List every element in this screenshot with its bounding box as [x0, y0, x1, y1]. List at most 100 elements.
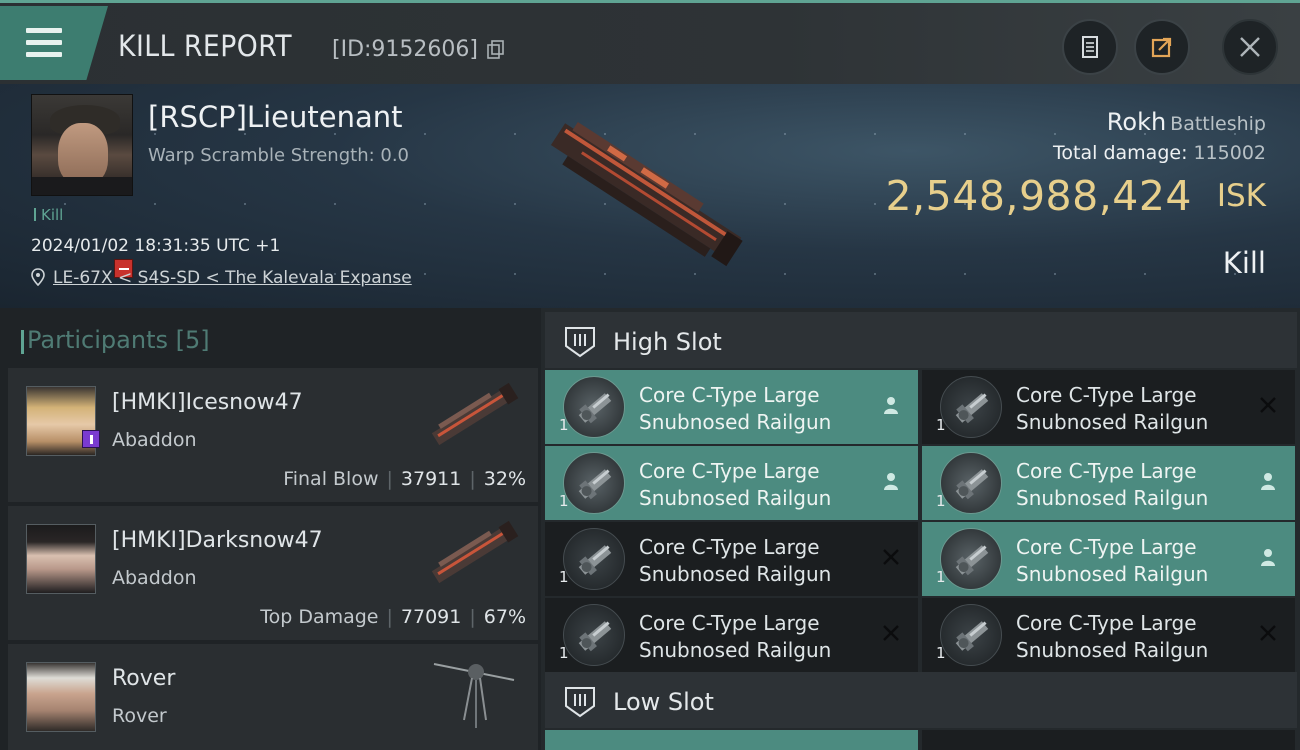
- participant-avatar[interactable]: [26, 524, 96, 594]
- total-damage-value: 115002: [1193, 142, 1266, 164]
- module-name-line2: Snubnosed Railgun: [639, 638, 832, 662]
- participants-count: [5]: [175, 326, 210, 354]
- destroyed-x-icon: [1260, 625, 1276, 641]
- low-slot-icon: [565, 687, 595, 718]
- high-slot-icon: [565, 327, 595, 358]
- participant-row[interactable]: Rover Rover: [8, 644, 538, 750]
- dropped-person-icon: [1261, 473, 1275, 490]
- low-slot-module[interactable]: [922, 730, 1295, 750]
- module-name-line2: Snubnosed Railgun: [639, 410, 832, 434]
- module-quantity: 1: [559, 568, 569, 586]
- module-name-line1: Core C-Type Large: [639, 611, 820, 635]
- fitting-panel: High Slot 1 Core C-Type Large Snubnosed Ra…: [541, 308, 1300, 750]
- participant-name: Rover: [112, 666, 176, 691]
- participant-ship: Rover: [112, 705, 167, 727]
- low-slot-module[interactable]: [545, 730, 918, 750]
- railgun-icon: [563, 604, 625, 666]
- victim-name[interactable]: [RSCP]Lieutenant: [148, 100, 402, 134]
- location-link[interactable]: LE-67X < S4S-SD < The Kalevala Expanse: [53, 268, 412, 288]
- module-quantity: 1: [559, 416, 569, 434]
- module-name: Core C-Type Large Snubnosed Railgun: [1016, 534, 1246, 588]
- participant-percent: 32%: [483, 468, 526, 490]
- module-name-line1: Core C-Type Large: [1016, 459, 1197, 483]
- module-name-line1: Core C-Type Large: [1016, 535, 1197, 559]
- menu-button[interactable]: [0, 6, 108, 80]
- victim-avatar[interactable]: [31, 94, 133, 196]
- module-name: Core C-Type Large Snubnosed Railgun: [639, 534, 869, 588]
- module-name: Core C-Type Large Snubnosed Railgun: [639, 458, 869, 512]
- module-item[interactable]: 1 Core C-Type Large Snubnosed Railgun: [922, 370, 1295, 444]
- module-name-line1: Core C-Type Large: [1016, 383, 1197, 407]
- module-item[interactable]: 1 Core C-Type Large Snubnosed Railgun: [922, 446, 1295, 520]
- participant-role: Final Blow: [283, 468, 379, 490]
- participant-percent: 67%: [483, 606, 526, 628]
- participant-ship: Abaddon: [112, 567, 197, 589]
- participant-damage: 37911: [400, 468, 462, 490]
- ship-class: Battleship: [1170, 113, 1266, 135]
- module-item[interactable]: 1 Core C-Type Large Snubnosed Railgun: [922, 598, 1295, 672]
- module-name: Core C-Type Large Snubnosed Railgun: [1016, 458, 1246, 512]
- menu-icon: [26, 28, 62, 58]
- destroyed-x-icon: [883, 549, 899, 565]
- share-button[interactable]: [1134, 19, 1190, 75]
- module-name-line2: Snubnosed Railgun: [1016, 410, 1209, 434]
- share-icon: [1151, 37, 1172, 58]
- participant-avatar[interactable]: [26, 662, 96, 732]
- ship-name: Rokh: [1106, 108, 1167, 136]
- module-item[interactable]: 1 Core C-Type Large Snubnosed Railgun: [545, 598, 918, 672]
- copy-icon[interactable]: [486, 39, 506, 61]
- total-damage: Total damage: 115002: [1053, 142, 1266, 164]
- close-button[interactable]: [1222, 19, 1278, 75]
- module-name-line2: Snubnosed Railgun: [1016, 638, 1209, 662]
- high-slot-label: High Slot: [613, 328, 722, 356]
- report-id: [ID:9152606]: [332, 37, 478, 62]
- module-name-line1: Core C-Type Large: [639, 535, 820, 559]
- kill-datetime: 2024/01/02 18:31:35 UTC +1: [31, 236, 281, 256]
- participant-ship: Abaddon: [112, 429, 197, 451]
- module-item[interactable]: 1 Core C-Type Large Snubnosed Railgun: [922, 522, 1295, 596]
- victim-ship[interactable]: Rokh Battleship: [1107, 108, 1266, 136]
- dropped-person-icon: [884, 397, 898, 414]
- module-name-line2: Snubnosed Railgun: [639, 562, 832, 586]
- total-damage-label: Total damage:: [1053, 142, 1188, 164]
- module-item[interactable]: 1 Core C-Type Large Snubnosed Railgun: [545, 370, 918, 444]
- railgun-icon: [940, 376, 1002, 438]
- railgun-icon: [563, 376, 625, 438]
- header-bar: KILL REPORT [ID:9152606]: [0, 0, 1300, 84]
- participants-title: Participants: [27, 326, 168, 354]
- module-item[interactable]: 1 Core C-Type Large Snubnosed Railgun: [545, 446, 918, 520]
- railgun-icon: [563, 528, 625, 590]
- module-quantity: 1: [936, 492, 946, 510]
- info-badge: [82, 430, 100, 448]
- module-name-line1: Core C-Type Large: [639, 383, 820, 407]
- victim-panel: [RSCP]Lieutenant Warp Scramble Strength:…: [0, 84, 1300, 308]
- module-name: Core C-Type Large Snubnosed Railgun: [639, 610, 869, 664]
- dropped-person-icon: [1261, 549, 1275, 566]
- railgun-icon: [940, 604, 1002, 666]
- participant-row[interactable]: [HMKI]Darksnow47 Abaddon Top Damage | 7709…: [8, 506, 538, 640]
- participants-panel: Participants [5] [HMKI]Icesnow47 Abaddon…: [0, 308, 541, 750]
- participant-stats: Top Damage | 77091 | 67%: [260, 606, 526, 628]
- module-name: Core C-Type Large Snubnosed Railgun: [639, 382, 869, 436]
- kill-tag: Kill: [34, 206, 63, 224]
- low-slot-header: Low Slot: [545, 672, 1297, 728]
- participant-ship-image: [431, 520, 519, 584]
- warp-scramble-strength: Warp Scramble Strength: 0.0: [148, 145, 410, 166]
- railgun-icon: [940, 528, 1002, 590]
- low-slot-label: Low Slot: [613, 688, 714, 716]
- page-title: KILL REPORT: [118, 29, 293, 63]
- clipboard-button[interactable]: [1062, 19, 1118, 75]
- module-item[interactable]: 1 Core C-Type Large Snubnosed Railgun: [545, 522, 918, 596]
- participant-ship-image: [431, 382, 519, 446]
- module-quantity: 1: [559, 492, 569, 510]
- module-name-line2: Snubnosed Railgun: [1016, 562, 1209, 586]
- isk-value: 2,548,988,424: [885, 172, 1192, 220]
- close-icon: [1240, 37, 1260, 57]
- module-name-line1: Core C-Type Large: [1016, 611, 1197, 635]
- railgun-icon: [940, 452, 1002, 514]
- participant-row[interactable]: [HMKI]Icesnow47 Abaddon Final Blow | 37911…: [8, 368, 538, 502]
- module-quantity: 1: [936, 568, 946, 586]
- participant-name: [HMKI]Darksnow47: [112, 528, 323, 553]
- module-name-line2: Snubnosed Railgun: [639, 486, 832, 510]
- participant-damage: 77091: [400, 606, 462, 628]
